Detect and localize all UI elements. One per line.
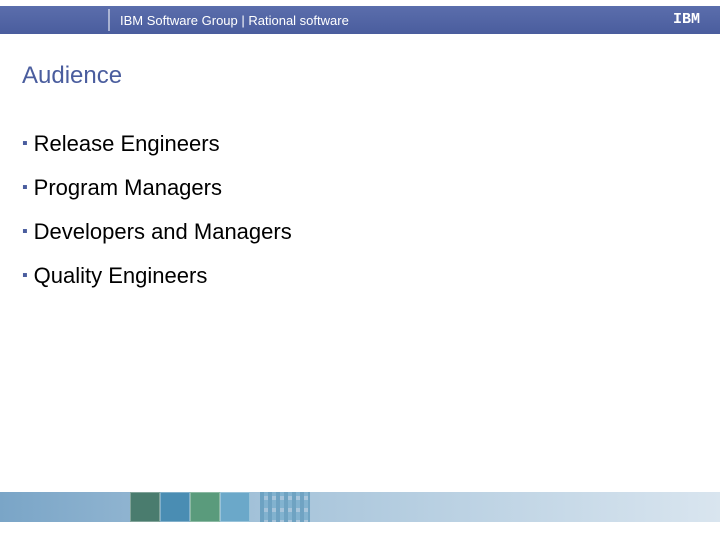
bullet-text: Developers and Managers [34,218,292,246]
bullet-text: Program Managers [34,174,222,202]
footer-bar [0,492,720,522]
bullet-text: Quality Engineers [34,262,208,290]
bullet-text: Release Engineers [34,130,220,158]
footer-tile-icon [190,492,220,522]
footer-tile-icon [160,492,190,522]
list-item: ▪ Quality Engineers [22,262,292,290]
slide-title: Audience [22,62,122,90]
footer-tile-icon [130,492,160,522]
list-item: ▪ Developers and Managers [22,218,292,246]
footer-tile-icon [220,492,250,522]
bullet-icon: ▪ [22,218,28,246]
header-divider [108,9,110,31]
content-area: ▪ Release Engineers ▪ Program Managers ▪… [22,130,292,306]
bullet-icon: ▪ [22,262,28,290]
header-text: IBM Software Group | Rational software [120,13,349,28]
footer-graphics [130,492,250,522]
ibm-logo-icon: IBM [673,11,700,28]
footer-pixel-icon [260,492,310,522]
list-item: ▪ Release Engineers [22,130,292,158]
bullet-icon: ▪ [22,130,28,158]
bullet-icon: ▪ [22,174,28,202]
list-item: ▪ Program Managers [22,174,292,202]
header-bar: IBM Software Group | Rational software I… [0,6,720,34]
